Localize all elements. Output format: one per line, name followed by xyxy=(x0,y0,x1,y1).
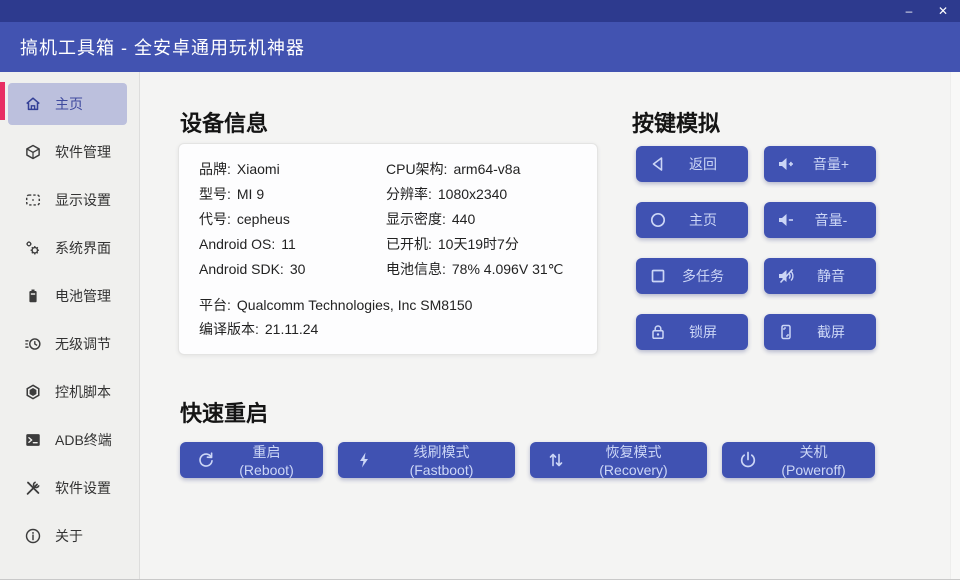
tools-icon xyxy=(24,479,42,497)
sidebar-item-label: 显示设置 xyxy=(55,190,111,210)
hexagon-icon xyxy=(24,383,42,401)
titlebar: 搞机工具箱 - 全安卓通用玩机神器 xyxy=(0,22,960,72)
home-icon xyxy=(24,95,42,113)
sidebar-item-label: ADB终端 xyxy=(55,430,112,450)
device-field-build-version: 编译版本:21.11.24 xyxy=(199,317,577,341)
main-content: 设备信息 品牌:Xiaomi CPU架构:arm64-v8a 型号:MI 9 分… xyxy=(140,72,960,579)
tune-clock-icon xyxy=(24,335,42,353)
device-field-cpu: CPU架构:arm64-v8a xyxy=(386,157,577,182)
device-field-uptime: 已开机:10天19时7分 xyxy=(386,232,577,257)
package-icon xyxy=(24,143,42,161)
gears-icon xyxy=(24,239,42,257)
device-field-battery-info: 电池信息:78% 4.096V 31℃ xyxy=(386,257,577,282)
volume-down-button[interactable]: 音量- xyxy=(764,202,876,238)
sidebar: 主页 软件管理 显示设置 系统界面 xyxy=(0,72,140,579)
sidebar-item-label: 电池管理 xyxy=(55,286,111,306)
sidebar-item-label: 软件设置 xyxy=(55,478,111,498)
poweroff-button[interactable]: 关机(Poweroff) xyxy=(722,442,875,478)
device-field-android-os: Android OS:11 xyxy=(199,232,386,257)
sidebar-item-display-settings[interactable]: 显示设置 xyxy=(0,176,139,224)
device-field-platform: 平台:Qualcomm Technologies, Inc SM8150 xyxy=(199,293,577,317)
sidebar-item-adb-terminal[interactable]: ADB终端 xyxy=(0,416,139,464)
lock-icon xyxy=(648,322,668,342)
screenshot-button[interactable]: 截屏 xyxy=(764,314,876,350)
battery-icon xyxy=(24,287,42,305)
sidebar-item-stepless-tuning[interactable]: 无级调节 xyxy=(0,320,139,368)
screenshot-icon xyxy=(776,322,796,342)
lock-screen-button[interactable]: 锁屏 xyxy=(636,314,748,350)
fastboot-icon xyxy=(354,450,374,470)
sidebar-item-label: 控机脚本 xyxy=(55,382,111,402)
app-title: 搞机工具箱 - 全安卓通用玩机神器 xyxy=(20,34,305,60)
device-info-card: 品牌:Xiaomi CPU架构:arm64-v8a 型号:MI 9 分辨率:10… xyxy=(178,143,598,355)
poweroff-icon xyxy=(738,450,758,470)
terminal-icon xyxy=(24,431,42,449)
active-item-accent xyxy=(0,82,5,120)
minimize-button[interactable]: – xyxy=(892,0,926,22)
window-controls-bar: – ✕ xyxy=(0,0,960,22)
recovery-button[interactable]: 恢复模式(Recovery) xyxy=(530,442,707,478)
sidebar-item-label: 系统界面 xyxy=(55,238,111,258)
volume-minus-icon xyxy=(776,210,796,230)
back-icon xyxy=(648,154,668,174)
sidebar-item-system-ui[interactable]: 系统界面 xyxy=(0,224,139,272)
sidebar-item-app-manage[interactable]: 软件管理 xyxy=(0,128,139,176)
fastboot-button[interactable]: 线刷模式(Fastboot) xyxy=(338,442,515,478)
recents-button[interactable]: 多任务 xyxy=(636,258,748,294)
sidebar-item-label: 主页 xyxy=(55,94,83,114)
sidebar-item-label: 关于 xyxy=(55,526,83,546)
device-field-codename: 代号:cepheus xyxy=(199,207,386,232)
key-sim-grid: 返回 音量+ 主页 音量- 多任务 xyxy=(636,146,876,350)
reboot-icon xyxy=(196,450,216,470)
back-button[interactable]: 返回 xyxy=(636,146,748,182)
close-button[interactable]: ✕ xyxy=(926,0,960,22)
device-field-density: 显示密度:440 xyxy=(386,207,577,232)
reboot-button[interactable]: 重启(Reboot) xyxy=(180,442,323,478)
home-circle-icon xyxy=(648,210,668,230)
device-field-brand: 品牌:Xiaomi xyxy=(199,157,386,182)
device-info-heading: 设备信息 xyxy=(180,106,268,138)
sidebar-item-control-script[interactable]: 控机脚本 xyxy=(0,368,139,416)
mute-icon xyxy=(776,266,796,286)
key-sim-heading: 按键模拟 xyxy=(632,106,720,138)
sidebar-item-home[interactable]: 主页 xyxy=(8,83,127,125)
device-field-android-sdk: Android SDK:30 xyxy=(199,257,386,282)
app-window: – ✕ 搞机工具箱 - 全安卓通用玩机神器 主页 软件管理 xyxy=(0,0,960,580)
sidebar-item-about[interactable]: 关于 xyxy=(0,512,139,560)
mute-button[interactable]: 静音 xyxy=(764,258,876,294)
volume-plus-icon xyxy=(776,154,796,174)
device-field-model: 型号:MI 9 xyxy=(199,182,386,207)
volume-up-button[interactable]: 音量+ xyxy=(764,146,876,182)
display-icon xyxy=(24,191,42,209)
recents-icon xyxy=(648,266,668,286)
quick-reboot-heading: 快速重启 xyxy=(180,396,268,428)
sidebar-item-label: 无级调节 xyxy=(55,334,111,354)
vertical-scrollbar[interactable] xyxy=(950,72,960,579)
info-icon xyxy=(24,527,42,545)
sidebar-item-label: 软件管理 xyxy=(55,142,111,162)
home-button[interactable]: 主页 xyxy=(636,202,748,238)
sidebar-item-app-settings[interactable]: 软件设置 xyxy=(0,464,139,512)
quick-reboot-row: 重启(Reboot) 线刷模式(Fastboot) 恢复模式(Recovery)… xyxy=(180,442,875,478)
sidebar-item-battery[interactable]: 电池管理 xyxy=(0,272,139,320)
device-field-resolution: 分辨率:1080x2340 xyxy=(386,182,577,207)
recovery-icon xyxy=(546,450,566,470)
